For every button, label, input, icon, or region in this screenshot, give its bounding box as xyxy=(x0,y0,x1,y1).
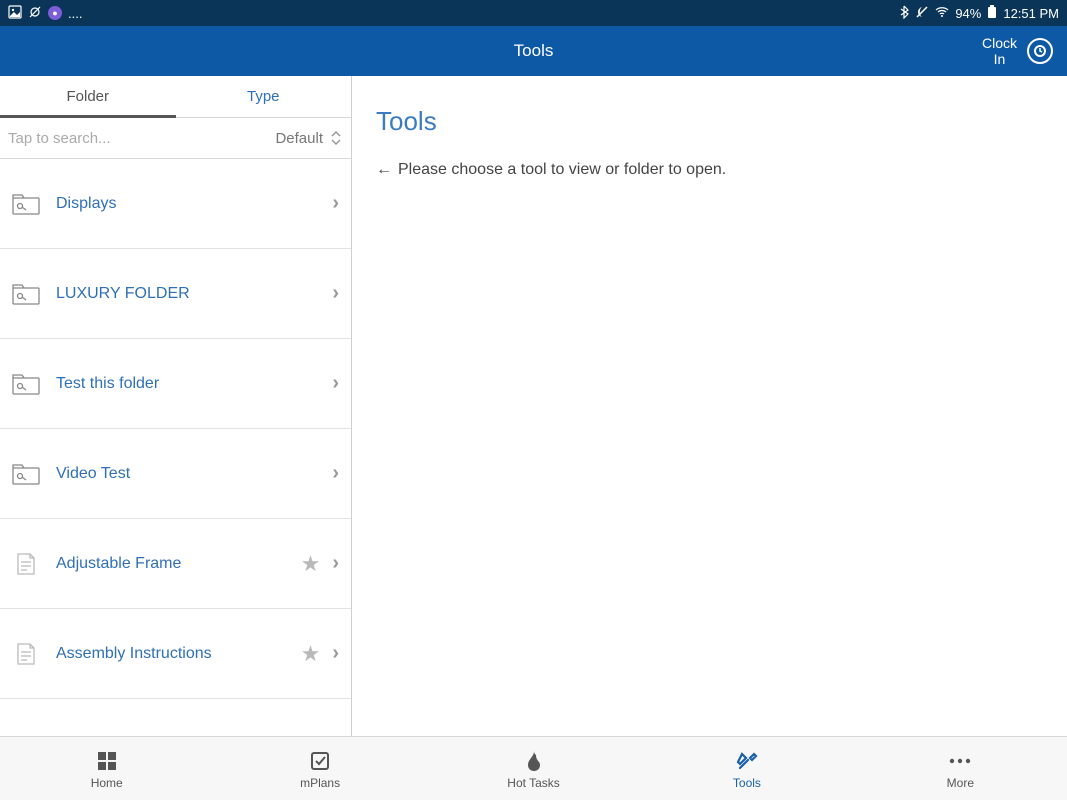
chevron-right-icon: › xyxy=(332,552,339,575)
nav-home-label: Home xyxy=(91,776,123,790)
nav-hot-tasks-label: Hot Tasks xyxy=(507,776,559,790)
tab-type[interactable]: Type xyxy=(176,76,352,117)
tab-folder-label: Folder xyxy=(66,88,109,105)
nav-mplans-label: mPlans xyxy=(300,776,340,790)
document-icon xyxy=(12,552,40,576)
list-item-label: Test this folder xyxy=(56,375,332,393)
arrow-left-icon: ← xyxy=(376,161,392,179)
chevron-right-icon: › xyxy=(332,372,339,395)
star-icon[interactable]: ★ xyxy=(301,641,321,667)
nav-tools[interactable]: Tools xyxy=(640,737,853,800)
clock-in-button[interactable]: Clock In xyxy=(982,35,1067,67)
sync-off-icon xyxy=(28,5,42,22)
folder-icon xyxy=(12,282,40,306)
nav-hot-tasks[interactable]: Hot Tasks xyxy=(427,737,640,800)
list-item-label: LUXURY FOLDER xyxy=(56,285,332,303)
app-header: Tools Clock In xyxy=(0,26,1067,76)
flame-icon xyxy=(524,748,544,774)
detail-title: Tools xyxy=(376,106,1043,137)
tool-list: Displays›LUXURY FOLDER›Test this folder›… xyxy=(0,159,351,736)
chevron-right-icon: › xyxy=(332,462,339,485)
list-item[interactable]: Test this folder› xyxy=(0,339,351,429)
sort-button[interactable]: Default xyxy=(275,130,323,147)
list-item-label: Adjustable Frame xyxy=(56,555,301,573)
nav-home[interactable]: Home xyxy=(0,737,213,800)
grid-icon xyxy=(96,748,118,774)
tools-icon xyxy=(735,748,759,774)
clock-in-label: Clock In xyxy=(982,35,1017,67)
folder-icon xyxy=(12,462,40,486)
bluetooth-icon xyxy=(899,5,909,22)
detail-pane: Tools ← Please choose a tool to view or … xyxy=(352,76,1067,736)
chevron-right-icon: › xyxy=(332,282,339,305)
folder-icon xyxy=(12,192,40,216)
list-item[interactable]: Video Test› xyxy=(0,429,351,519)
search-row: Default xyxy=(0,118,351,159)
chevron-right-icon: › xyxy=(332,192,339,215)
list-item[interactable]: Displays› xyxy=(0,159,351,249)
status-dots: .... xyxy=(68,6,82,21)
list-item[interactable]: LUXURY FOLDER› xyxy=(0,249,351,339)
page-title: Tools xyxy=(514,41,554,61)
list-item[interactable]: Assembly Instructions★ › xyxy=(0,609,351,699)
list-item-label: Displays xyxy=(56,195,332,213)
sort-chevron-icon[interactable] xyxy=(329,128,343,148)
clock-icon xyxy=(1027,38,1053,64)
battery-pct: 94% xyxy=(955,6,981,21)
battery-icon xyxy=(987,5,997,22)
list-item-label: Assembly Instructions xyxy=(56,645,301,663)
document-icon xyxy=(12,642,40,666)
android-status-bar: ● .... 94% 12:51 PM xyxy=(0,0,1067,26)
detail-prompt: ← Please choose a tool to view or folder… xyxy=(376,161,1043,179)
app-badge-icon: ● xyxy=(48,6,62,20)
tab-folder[interactable]: Folder xyxy=(0,76,176,117)
chevron-right-icon: › xyxy=(332,642,339,665)
view-tabs: Folder Type xyxy=(0,76,351,118)
search-input[interactable] xyxy=(8,130,275,147)
nav-mplans[interactable]: mPlans xyxy=(213,737,426,800)
wifi-icon xyxy=(935,6,949,21)
nav-more-label: More xyxy=(947,776,974,790)
nav-tools-label: Tools xyxy=(733,776,761,790)
status-time: 12:51 PM xyxy=(1003,6,1059,21)
tab-type-label: Type xyxy=(247,88,280,105)
folder-icon xyxy=(12,372,40,396)
left-pane: Folder Type Default Displays›LUXURY FOLD… xyxy=(0,76,352,736)
more-icon xyxy=(948,748,972,774)
checkbox-icon xyxy=(309,748,331,774)
list-item-label: Video Test xyxy=(56,465,332,483)
bottom-nav: Home mPlans Hot Tasks Tools More xyxy=(0,736,1067,800)
list-item[interactable]: Adjustable Frame★ › xyxy=(0,519,351,609)
mute-icon xyxy=(915,5,929,22)
image-icon xyxy=(8,5,22,22)
detail-prompt-text: Please choose a tool to view or folder t… xyxy=(398,161,726,179)
nav-more[interactable]: More xyxy=(854,737,1067,800)
star-icon[interactable]: ★ xyxy=(301,551,321,577)
